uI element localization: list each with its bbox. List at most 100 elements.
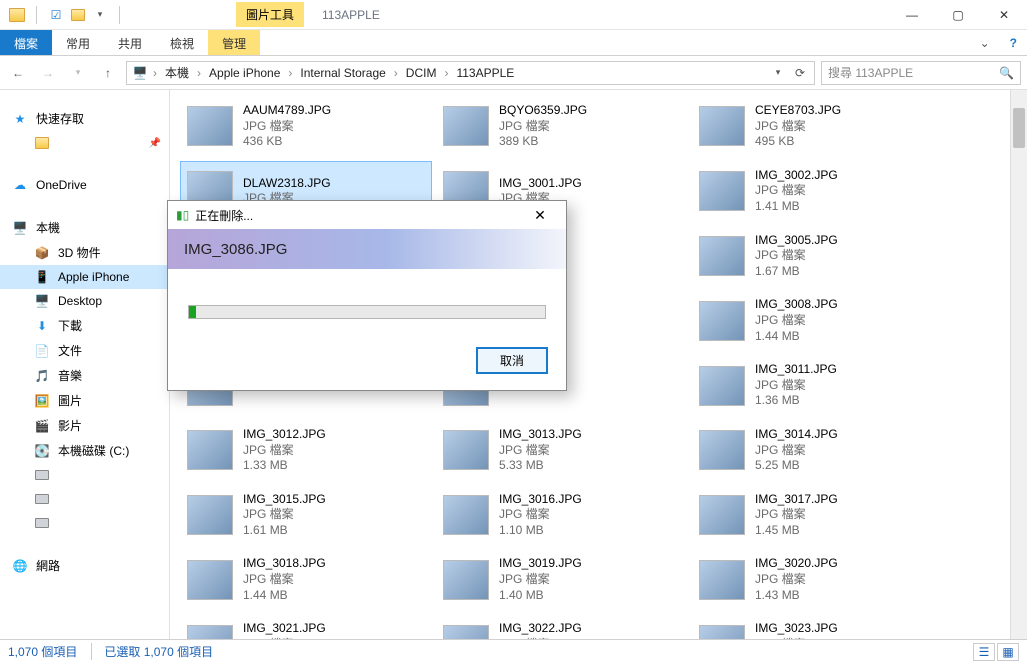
breadcrumb-seg[interactable]: DCIM	[402, 64, 441, 82]
dialog-current-file: IMG_3086.JPG	[168, 229, 566, 269]
file-tile[interactable]: IMG_3002.JPG JPG 檔案 1.41 MB	[692, 161, 944, 222]
breadcrumb[interactable]: 🖥️ › 本機 › Apple iPhone › Internal Storag…	[126, 61, 815, 85]
refresh-icon[interactable]: ⟳	[790, 63, 810, 83]
titlebar: ☑ ▾ 圖片工具 113APPLE — ▢ ✕	[0, 0, 1027, 30]
tab-file[interactable]: 檔案	[0, 30, 52, 55]
sidebar-item[interactable]: 🎬影片	[0, 413, 169, 438]
file-tile[interactable]: IMG_3023.JPG JPG 檔案 1.35 MB	[692, 614, 944, 639]
ribbon: 檔案 常用 共用 檢視 管理 ⌄ ?	[0, 30, 1027, 56]
sidebar-item[interactable]: ⬇下載	[0, 313, 169, 338]
thumbnail	[699, 236, 745, 276]
new-folder-icon[interactable]	[69, 6, 87, 24]
file-size: 1.44 MB	[755, 329, 838, 345]
file-type: JPG 檔案	[499, 119, 587, 135]
minimize-button[interactable]: —	[889, 0, 935, 30]
status-selected-count: 已選取 1,070 個項目	[91, 643, 213, 660]
sidebar-item-label: 下載	[58, 317, 82, 334]
file-tile[interactable]: CEYE8703.JPG JPG 檔案 495 KB	[692, 96, 944, 157]
properties-icon[interactable]: ☑	[47, 6, 65, 24]
scrollbar-vertical[interactable]	[1010, 90, 1027, 639]
search-input[interactable]: 搜尋 113APPLE 🔍	[821, 61, 1021, 85]
scrollbar-thumb[interactable]	[1013, 108, 1025, 148]
sidebar-item-label: 本機磁碟 (C:)	[58, 442, 129, 459]
dialog-close-button[interactable]: ✕	[522, 204, 558, 226]
chevron-right-icon[interactable]: ›	[392, 66, 400, 80]
recent-dropdown-icon[interactable]: ▾	[66, 61, 90, 85]
sidebar-item-label: 快速存取	[36, 110, 84, 127]
file-tile[interactable]: IMG_3011.JPG JPG 檔案 1.36 MB	[692, 355, 944, 416]
item-icon: 📄	[34, 343, 50, 359]
breadcrumb-seg[interactable]: Internal Storage	[296, 64, 389, 82]
breadcrumb-seg[interactable]: 113APPLE	[452, 64, 518, 82]
file-name: IMG_3005.JPG	[755, 233, 838, 249]
progress-bar	[188, 305, 546, 319]
tab-share[interactable]: 共用	[104, 30, 156, 55]
file-tile[interactable]: AAUM4789.JPG JPG 檔案 436 KB	[180, 96, 432, 157]
sidebar-item[interactable]: 📱Apple iPhone	[0, 265, 169, 289]
tab-view[interactable]: 檢視	[156, 30, 208, 55]
sidebar-item[interactable]: 🖼️圖片	[0, 388, 169, 413]
file-name: IMG_3012.JPG	[243, 427, 326, 443]
sidebar-drive[interactable]	[0, 487, 169, 511]
ribbon-collapse-icon[interactable]: ⌄	[970, 30, 1000, 55]
tab-manage[interactable]: 管理	[208, 30, 260, 55]
tab-home[interactable]: 常用	[52, 30, 104, 55]
sidebar-quick-access[interactable]: ★ 快速存取	[0, 106, 169, 131]
sidebar-this-pc[interactable]: 🖥️ 本機	[0, 215, 169, 240]
forward-button[interactable]: →	[36, 61, 60, 85]
sidebar-item[interactable]: 🖥️Desktop	[0, 289, 169, 313]
item-icon: 📱	[34, 269, 50, 285]
sidebar-item[interactable]: 🎵音樂	[0, 363, 169, 388]
file-tile[interactable]: IMG_3015.JPG JPG 檔案 1.61 MB	[180, 485, 432, 546]
chevron-right-icon[interactable]: ›	[286, 66, 294, 80]
sidebar-item[interactable]: 💽本機磁碟 (C:)	[0, 438, 169, 463]
thumbnail	[699, 366, 745, 406]
thumbnails-view-button[interactable]: ▦	[997, 643, 1019, 661]
pin-icon: 📌	[149, 138, 161, 149]
file-tile[interactable]: IMG_3005.JPG JPG 檔案 1.67 MB	[692, 226, 944, 287]
search-icon: 🔍	[999, 66, 1014, 80]
dialog-titlebar[interactable]: ▮▯ 正在刪除... ✕	[168, 201, 566, 229]
file-tile[interactable]: IMG_3022.JPG JPG 檔案 1.41 MB	[436, 614, 688, 639]
back-button[interactable]: ←	[6, 61, 30, 85]
details-view-button[interactable]: ☰	[973, 643, 995, 661]
file-tile[interactable]: IMG_3019.JPG JPG 檔案 1.40 MB	[436, 549, 688, 610]
address-dropdown-icon[interactable]: ▾	[768, 63, 788, 83]
thumbnail	[443, 495, 489, 535]
file-name: IMG_3013.JPG	[499, 427, 582, 443]
file-tile[interactable]: IMG_3013.JPG JPG 檔案 5.33 MB	[436, 420, 688, 481]
sidebar-item[interactable]: 📄文件	[0, 338, 169, 363]
sidebar-item[interactable]: 📦3D 物件	[0, 240, 169, 265]
cancel-button[interactable]: 取消	[476, 347, 548, 374]
file-tile[interactable]: IMG_3020.JPG JPG 檔案 1.43 MB	[692, 549, 944, 610]
chevron-right-icon[interactable]: ›	[151, 66, 159, 80]
up-button[interactable]: ↑	[96, 61, 120, 85]
chevron-right-icon[interactable]: ›	[442, 66, 450, 80]
chevron-right-icon[interactable]: ›	[195, 66, 203, 80]
file-tile[interactable]: IMG_3012.JPG JPG 檔案 1.33 MB	[180, 420, 432, 481]
file-tile[interactable]: IMG_3018.JPG JPG 檔案 1.44 MB	[180, 549, 432, 610]
sidebar-pinned-folder[interactable]: 📌	[0, 131, 169, 155]
sidebar-onedrive[interactable]: ☁ OneDrive	[0, 173, 169, 197]
qat-dropdown-icon[interactable]: ▾	[91, 6, 109, 24]
sidebar-network[interactable]: 🌐 網路	[0, 553, 169, 578]
sidebar-drive[interactable]	[0, 463, 169, 487]
folder-icon	[34, 135, 50, 151]
file-type: JPG 檔案	[243, 637, 326, 639]
file-tile[interactable]: BQYO6359.JPG JPG 檔案 389 KB	[436, 96, 688, 157]
breadcrumb-seg[interactable]: 本機	[161, 62, 193, 83]
sidebar-drive[interactable]	[0, 511, 169, 535]
help-icon[interactable]: ?	[1000, 30, 1027, 55]
file-tile[interactable]: IMG_3014.JPG JPG 檔案 5.25 MB	[692, 420, 944, 481]
close-button[interactable]: ✕	[981, 0, 1027, 30]
breadcrumb-seg[interactable]: Apple iPhone	[205, 64, 284, 82]
file-tile[interactable]: IMG_3021.JPG JPG 檔案 1.38 MB	[180, 614, 432, 639]
file-tile[interactable]: IMG_3017.JPG JPG 檔案 1.45 MB	[692, 485, 944, 546]
file-tile[interactable]: IMG_3016.JPG JPG 檔案 1.10 MB	[436, 485, 688, 546]
file-tile[interactable]: IMG_3008.JPG JPG 檔案 1.44 MB	[692, 290, 944, 351]
cloud-icon: ☁	[12, 177, 28, 193]
file-type: JPG 檔案	[499, 572, 582, 588]
file-size: 1.36 MB	[755, 393, 837, 409]
delete-progress-dialog: ▮▯ 正在刪除... ✕ IMG_3086.JPG 取消	[167, 200, 567, 391]
maximize-button[interactable]: ▢	[935, 0, 981, 30]
